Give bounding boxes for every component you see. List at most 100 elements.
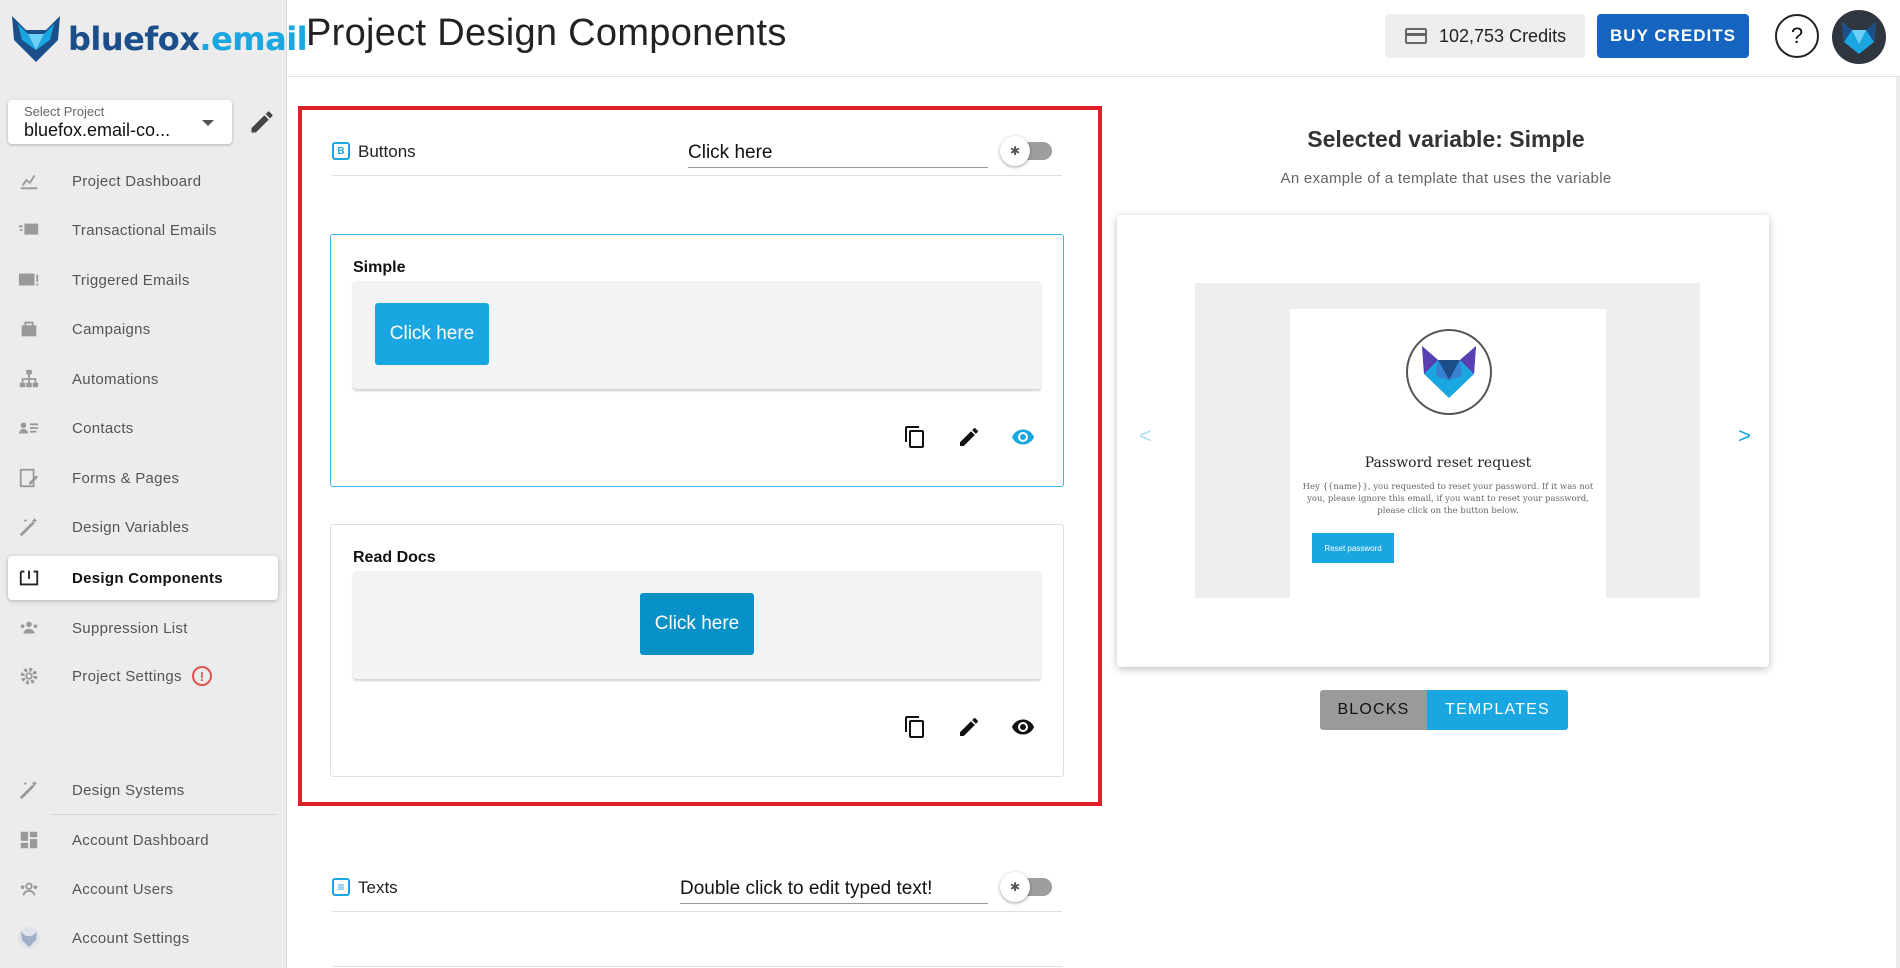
copy-icon[interactable] bbox=[903, 715, 927, 739]
sidebar-item-project-dashboard[interactable]: Project Dashboard bbox=[8, 159, 278, 203]
eye-icon[interactable] bbox=[1011, 715, 1035, 739]
project-select-label: Select Project bbox=[24, 104, 105, 119]
selected-variable-title: Selected variable: Simple bbox=[1307, 126, 1585, 152]
credit-card-icon bbox=[1405, 28, 1427, 44]
component-card-read-docs[interactable]: Read Docs Click here bbox=[330, 524, 1064, 777]
template-preview[interactable]: Password reset request Hey {{name}}, you… bbox=[1195, 283, 1700, 598]
form-icon bbox=[16, 465, 42, 491]
component-preview: Click here bbox=[353, 281, 1041, 389]
sidebar-item-label: Account Settings bbox=[72, 929, 190, 947]
magic-wand-icon bbox=[16, 777, 42, 803]
sidebar-item-label: Design Components bbox=[72, 569, 223, 587]
buy-credits-button[interactable]: BUY CREDITS bbox=[1597, 14, 1749, 58]
sidebar-item-design-components[interactable]: Design Components bbox=[8, 556, 278, 600]
buttons-text-input[interactable]: Click here bbox=[688, 134, 988, 168]
section-title: Texts bbox=[358, 878, 398, 897]
avatar[interactable] bbox=[1832, 10, 1886, 64]
sidebar-item-transactional-emails[interactable]: Transactional Emails bbox=[8, 208, 278, 252]
eye-icon[interactable] bbox=[1011, 425, 1035, 449]
tab-blocks[interactable]: BLOCKS bbox=[1320, 690, 1427, 730]
pencil-icon[interactable] bbox=[957, 425, 981, 449]
chart-icon bbox=[16, 168, 42, 194]
sidebar-item-automations[interactable]: Automations bbox=[8, 357, 278, 401]
brand-name: bluefox.email bbox=[68, 20, 308, 58]
button-component-icon: B bbox=[332, 142, 350, 160]
template-preview-card: < Password reset request Hey {{name}}, y… bbox=[1117, 215, 1769, 667]
next-arrow-icon[interactable]: > bbox=[1738, 423, 1751, 449]
sidebar-item-label: Forms & Pages bbox=[72, 469, 180, 487]
sidebar-item-triggered-emails[interactable]: Triggered Emails bbox=[8, 258, 278, 302]
texts-text-input[interactable]: Double click to edit typed text! bbox=[680, 870, 988, 904]
sidebar-item-label: Triggered Emails bbox=[72, 271, 190, 289]
prev-arrow-icon[interactable]: < bbox=[1139, 423, 1152, 449]
sidebar-item-forms-pages[interactable]: Forms & Pages bbox=[8, 456, 278, 500]
gear-icon bbox=[16, 663, 42, 689]
brand-logo[interactable]: bluefox.email bbox=[8, 8, 308, 70]
project-select-value: bluefox.email-co... bbox=[24, 120, 171, 140]
help-button[interactable]: ? bbox=[1775, 14, 1819, 58]
sidebar: bluefox.email Select Project bluefox.ema… bbox=[0, 0, 308, 968]
pencil-icon bbox=[251, 111, 273, 133]
project-select[interactable]: Select Project bluefox.email-co... bbox=[8, 100, 232, 144]
sidebar-item-account-dashboard[interactable]: Account Dashboard bbox=[8, 818, 278, 862]
preview-button: Click here bbox=[375, 303, 489, 365]
sidebar-divider bbox=[50, 814, 278, 815]
credits-badge: 102,753 Credits bbox=[1385, 14, 1585, 58]
sidebar-item-label: Transactional Emails bbox=[72, 221, 217, 239]
contacts-icon bbox=[16, 415, 42, 441]
sidebar-item-design-systems[interactable]: Design Systems bbox=[8, 768, 278, 812]
fox-avatar-icon bbox=[1842, 22, 1876, 54]
component-name: Simple bbox=[353, 259, 406, 276]
sidebar-item-suppression-list[interactable]: Suppression List bbox=[8, 606, 278, 650]
section-title: Buttons bbox=[358, 142, 416, 161]
sidebar-item-label: Design Systems bbox=[72, 781, 185, 799]
group-icon bbox=[16, 615, 42, 641]
users-icon bbox=[16, 876, 42, 902]
email-preview: Password reset request Hey {{name}}, you… bbox=[1290, 309, 1606, 598]
sitemap-icon bbox=[16, 366, 42, 392]
tab-templates[interactable]: TEMPLATES bbox=[1427, 690, 1568, 730]
sidebar-item-label: Design Variables bbox=[72, 518, 190, 536]
selected-variable-subtitle: An example of a template that uses the v… bbox=[1280, 170, 1612, 187]
fox-icon bbox=[16, 925, 42, 951]
edit-project-button[interactable] bbox=[248, 108, 276, 136]
section-divider bbox=[332, 966, 1062, 967]
email-button: Reset password bbox=[1312, 533, 1394, 563]
sidebar-item-campaigns[interactable]: Campaigns bbox=[8, 307, 278, 351]
sidebar-item-account-settings[interactable]: Account Settings bbox=[8, 916, 278, 960]
component-card-simple[interactable]: Simple Click here bbox=[330, 234, 1064, 487]
magic-wand-icon bbox=[16, 514, 42, 540]
mail-alert-icon bbox=[16, 267, 42, 293]
sidebar-item-account-users[interactable]: Account Users bbox=[8, 867, 278, 911]
asterisk-icon: ✱ bbox=[1000, 136, 1030, 166]
sidebar-item-label: Contacts bbox=[72, 419, 134, 437]
sidebar-item-label: Project Settings bbox=[72, 667, 182, 685]
component-icon bbox=[16, 565, 42, 591]
component-actions bbox=[903, 425, 1035, 449]
buttons-section-header: B Buttons Click here ✱ bbox=[332, 106, 1062, 176]
sidebar-item-label: Project Dashboard bbox=[72, 172, 202, 190]
campaign-icon bbox=[16, 316, 42, 342]
sidebar-item-project-settings[interactable]: Project Settings ! bbox=[8, 654, 278, 698]
component-actions bbox=[903, 715, 1035, 739]
pencil-icon[interactable] bbox=[957, 715, 981, 739]
scrollbar[interactable] bbox=[1896, 77, 1900, 968]
sidebar-item-label: Account Dashboard bbox=[72, 831, 209, 849]
buttons-toggle[interactable]: ✱ bbox=[1000, 134, 1054, 166]
texts-toggle[interactable]: ✱ bbox=[1000, 870, 1054, 902]
sidebar-item-label: Suppression List bbox=[72, 619, 188, 637]
sidebar-item-contacts[interactable]: Contacts bbox=[8, 406, 278, 450]
fox-logo-icon bbox=[12, 16, 60, 62]
copy-icon[interactable] bbox=[903, 425, 927, 449]
preview-mode-toggle: BLOCKS TEMPLATES bbox=[1320, 690, 1568, 730]
component-name: Read Docs bbox=[353, 549, 436, 566]
component-preview: Click here bbox=[353, 571, 1041, 679]
email-heading: Password reset request bbox=[1364, 455, 1532, 471]
warning-icon: ! bbox=[191, 666, 212, 686]
header-divider bbox=[288, 76, 1900, 77]
page-title: Project Design Components bbox=[306, 12, 787, 54]
email-body: Hey {{name}}, you requested to reset you… bbox=[1302, 482, 1594, 516]
credits-value: 102,753 Credits bbox=[1439, 25, 1567, 46]
sidebar-item-design-variables[interactable]: Design Variables bbox=[8, 505, 278, 549]
text-component-icon: ≡ bbox=[332, 878, 350, 896]
